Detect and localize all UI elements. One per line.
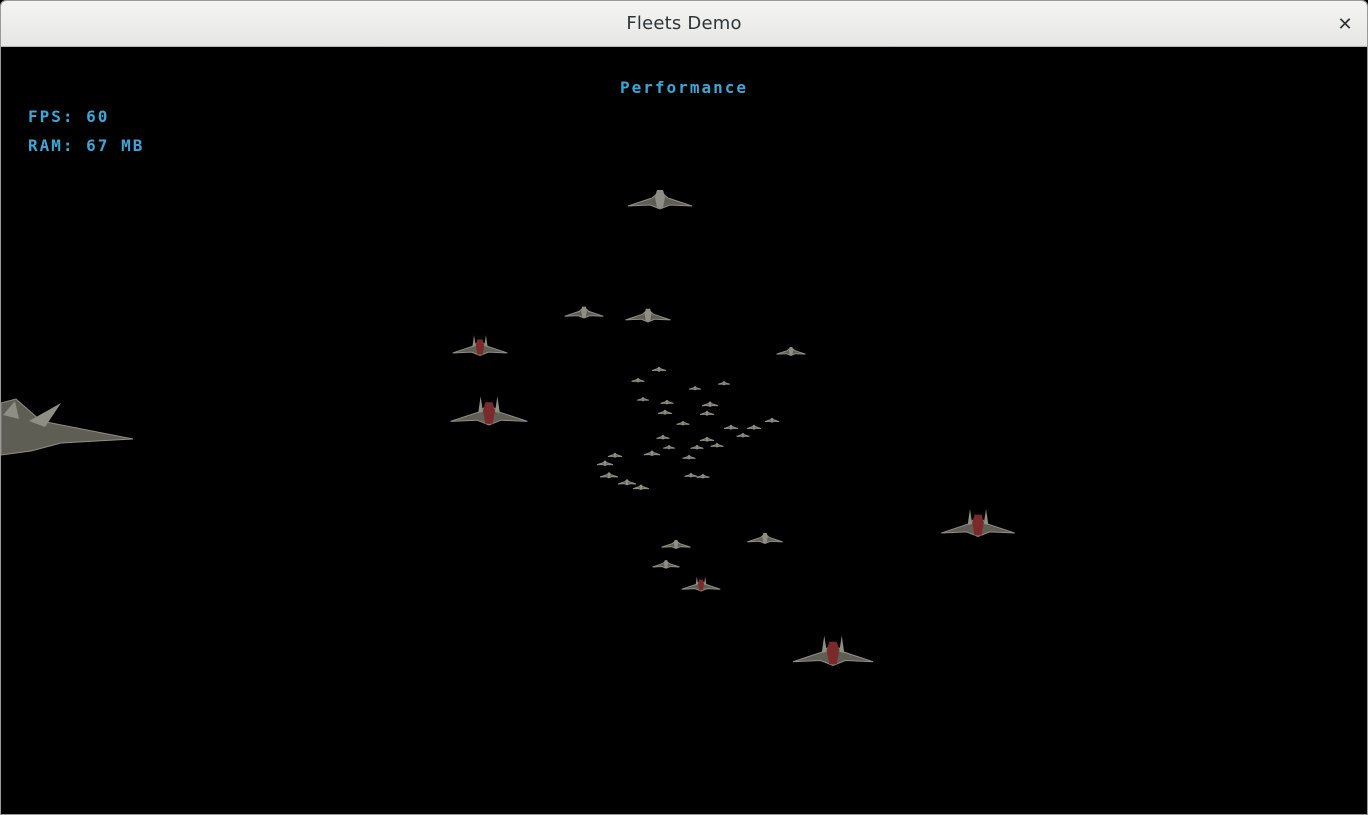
hud-ram-readout: RAM: 67 MB (28, 136, 145, 155)
app-window: Fleets Demo ✕ Performance FPS: 60 RAM: 6… (0, 0, 1368, 815)
spaceship-sprite (723, 424, 739, 430)
spaceship-sprite (637, 396, 649, 402)
close-button[interactable]: ✕ (1331, 10, 1359, 38)
spaceship-sprite (792, 635, 874, 667)
spaceship-sprite (681, 576, 721, 592)
spaceship-sprite (661, 539, 691, 550)
spaceship-sprite (690, 444, 704, 450)
spaceship-sprite (657, 409, 673, 415)
spaceship-sprite (699, 410, 715, 416)
fleet-scene (1, 190, 1015, 667)
spaceship-sprite (599, 472, 619, 479)
spaceship-sprite (701, 401, 719, 408)
spaceship-sprite (627, 190, 693, 210)
hud-fps-readout: FPS: 60 (28, 107, 110, 126)
spaceship-sprite (718, 380, 730, 386)
hud-performance-title: Performance (620, 78, 748, 97)
spaceship-sprite (736, 432, 750, 438)
spaceship-sprite (747, 532, 783, 545)
game-viewport[interactable]: Performance FPS: 60 RAM: 67 MB (1, 47, 1367, 814)
spaceship-sprite (764, 417, 780, 423)
spaceship-sprite (941, 508, 1015, 538)
spaceship-sprite (607, 452, 623, 458)
spaceship-sprite (452, 335, 508, 357)
spaceship-sprite (684, 472, 698, 478)
spaceship-sprite (689, 385, 701, 391)
spaceship-sprite (676, 420, 690, 426)
window-title: Fleets Demo (626, 13, 742, 34)
spaceship-sprite (699, 436, 715, 442)
spaceship-sprite (625, 308, 671, 323)
spaceship-sprite (651, 366, 667, 372)
spaceship-sprite (660, 399, 674, 405)
spaceship-sprite (564, 306, 604, 319)
spaceship-sprite (631, 377, 645, 383)
spaceship-sprite (776, 346, 806, 357)
close-icon: ✕ (1337, 13, 1353, 35)
spaceship-sprite (450, 396, 528, 426)
large-spaceship-sprite (1, 398, 134, 456)
spaceship-sprite (682, 454, 696, 460)
spaceship-sprite (643, 450, 661, 457)
spaceship-sprite (663, 444, 675, 450)
spaceship-sprite (696, 473, 710, 479)
spaceship-sprite (632, 484, 650, 491)
spaceship-sprite (652, 559, 680, 569)
spaceship-sprite (596, 460, 614, 467)
spaceship-sprite (710, 442, 724, 448)
spaceship-sprite (746, 424, 762, 430)
spaceship-sprite (617, 479, 637, 486)
spaceship-sprite (656, 434, 670, 440)
title-bar[interactable]: Fleets Demo ✕ (1, 1, 1367, 47)
